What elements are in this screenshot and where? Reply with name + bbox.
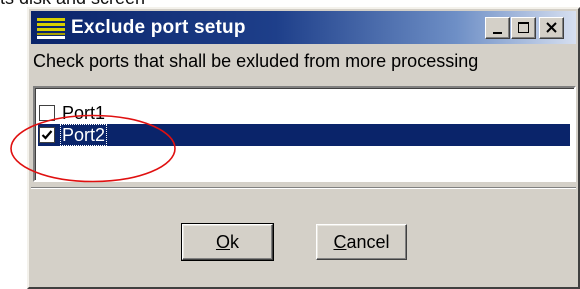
cancel-button[interactable]: Cancel (316, 224, 407, 260)
separator (31, 187, 576, 189)
maximize-icon (518, 22, 529, 33)
instruction-text: Check ports that shall be exluded from m… (33, 51, 479, 71)
ok-button[interactable]: Ok (181, 223, 274, 261)
window-title: Exclude port setup (71, 17, 246, 38)
maximize-button[interactable] (511, 17, 536, 39)
title-bar[interactable]: Exclude port setup (31, 11, 576, 44)
close-button[interactable] (539, 17, 564, 39)
close-icon (546, 22, 557, 33)
red-annotation-ellipse (10, 114, 176, 183)
ok-mnemonic: O (215, 232, 230, 252)
ok-label-rest: k (230, 232, 239, 252)
app-icon (37, 16, 67, 40)
cancel-label-rest: ancel (346, 232, 390, 252)
cancel-mnemonic: C (333, 232, 347, 252)
minimize-button[interactable] (485, 17, 510, 39)
minimize-icon (493, 32, 502, 34)
